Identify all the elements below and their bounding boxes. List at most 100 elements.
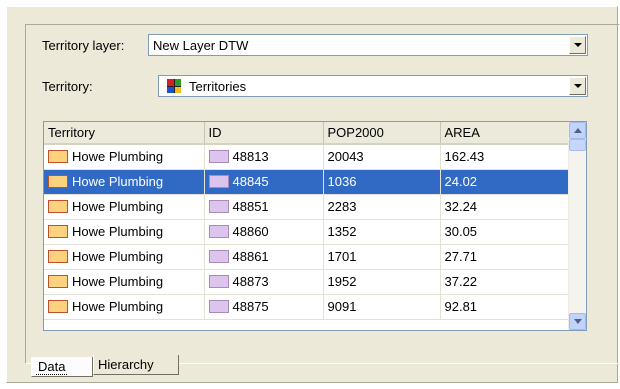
cell-area[interactable]: 32.24 — [440, 194, 572, 220]
cell-id[interactable]: 48851 — [204, 194, 324, 220]
cell-pop2000[interactable]: 1952 — [323, 269, 441, 295]
cell-pop2000[interactable]: 2283 — [323, 194, 441, 220]
column-header-pop2000[interactable]: POP2000 — [323, 122, 441, 145]
column-header-id[interactable]: ID — [204, 122, 324, 145]
cell-text: 48860 — [232, 224, 269, 239]
id-color-swatch — [208, 175, 229, 188]
tab-hierarchy[interactable]: Hierarchy — [93, 355, 179, 375]
cell-territory[interactable]: Howe Plumbing — [44, 194, 205, 220]
cell-text: Howe Plumbing — [72, 149, 164, 165]
id-color-swatch — [208, 250, 229, 263]
cell-text: 27.71 — [444, 249, 478, 264]
territory-layer-label: Territory layer: — [42, 38, 125, 53]
territory-color-swatch — [48, 200, 68, 213]
cell-area[interactable]: 27.71 — [440, 244, 572, 270]
cell-territory[interactable]: Howe Plumbing — [44, 244, 205, 270]
table-row[interactable]: Howe Plumbing 48845 1036 24.02 — [44, 169, 572, 195]
cell-text: Howe Plumbing — [72, 224, 164, 239]
cell-pop2000[interactable]: 1352 — [323, 219, 441, 245]
cell-text: 20043 — [327, 149, 364, 165]
cell-id[interactable]: 48861 — [204, 244, 324, 270]
table-row[interactable]: Howe Plumbing 48851 2283 32.24 — [44, 194, 572, 220]
cell-area[interactable]: 24.02 — [440, 169, 572, 195]
territory-color-swatch — [48, 150, 68, 164]
territory-label: Territory: — [42, 79, 93, 94]
table-row[interactable]: Howe Plumbing 48860 1352 30.05 — [44, 219, 572, 245]
cell-text: 1036 — [327, 174, 357, 189]
territory-data-grid[interactable]: Territory ID POP2000 AREA Howe Plumbing 4881… — [43, 121, 587, 331]
territory-color-swatch — [48, 225, 68, 238]
id-color-swatch — [208, 150, 229, 164]
tab-data[interactable]: Data — [31, 357, 93, 377]
territories-map-icon — [167, 79, 181, 93]
cell-text: 24.02 — [444, 174, 478, 189]
id-color-swatch — [208, 200, 229, 213]
cell-pop2000[interactable]: 1701 — [323, 244, 441, 270]
cell-id[interactable]: 48860 — [204, 219, 324, 245]
cell-text: 48873 — [232, 274, 269, 289]
id-color-swatch — [208, 225, 229, 238]
id-color-swatch — [208, 300, 229, 313]
cell-text: 48861 — [232, 249, 269, 264]
cell-id[interactable]: 48845 — [204, 169, 324, 195]
table-row[interactable]: Howe Plumbing 48875 9091 92.81 — [44, 294, 572, 320]
column-header-territory[interactable]: Territory — [44, 122, 205, 145]
tab-label: Hierarchy — [98, 357, 154, 372]
cell-territory[interactable]: Howe Plumbing — [44, 294, 205, 320]
territory-layer-select[interactable]: New Layer DTW — [148, 34, 588, 56]
territory-color-swatch — [48, 250, 68, 263]
cell-text: Howe Plumbing — [72, 199, 164, 214]
cell-text: Howe Plumbing — [72, 299, 164, 314]
cell-area[interactable]: 37.22 — [440, 269, 572, 295]
cell-text: Howe Plumbing — [72, 274, 164, 289]
territory-color-swatch — [48, 175, 68, 188]
table-row[interactable]: Howe Plumbing 48873 1952 37.22 — [44, 269, 572, 295]
vertical-scrollbar[interactable] — [568, 122, 586, 330]
cell-text: 30.05 — [444, 224, 478, 239]
cell-territory[interactable]: Howe Plumbing — [44, 144, 205, 170]
cell-text: Howe Plumbing — [72, 174, 164, 189]
cell-text: 2283 — [327, 199, 357, 214]
cell-area[interactable]: 162.43 — [440, 144, 572, 170]
grid-body: Howe Plumbing 48813 20043 162.43 Howe Plumbi… — [44, 144, 572, 320]
cell-pop2000[interactable]: 9091 — [323, 294, 441, 320]
cell-territory[interactable]: Howe Plumbing — [44, 169, 205, 195]
cell-pop2000[interactable]: 1036 — [323, 169, 441, 195]
chevron-down-icon[interactable] — [569, 36, 586, 54]
territory-value: Territories — [189, 79, 247, 94]
cell-text: 48813 — [232, 149, 269, 165]
cell-pop2000[interactable]: 20043 — [323, 144, 441, 170]
cell-id[interactable]: 48873 — [204, 269, 324, 295]
cell-text: 1952 — [327, 274, 357, 289]
cell-text: 1352 — [327, 224, 357, 239]
cell-text: 32.24 — [444, 199, 478, 214]
cell-text: 48845 — [232, 174, 269, 189]
cell-text: Howe Plumbing — [72, 249, 164, 264]
cell-area[interactable]: 30.05 — [440, 219, 572, 245]
cell-text: 92.81 — [444, 299, 478, 314]
cell-territory[interactable]: Howe Plumbing — [44, 219, 205, 245]
cell-text: 48851 — [232, 199, 269, 214]
column-header-area[interactable]: AREA — [440, 122, 572, 145]
territory-color-swatch — [48, 275, 68, 288]
territory-color-swatch — [48, 300, 68, 313]
cell-area[interactable]: 92.81 — [440, 294, 572, 320]
grid-header-row: Territory ID POP2000 AREA — [44, 122, 572, 145]
tab-label: Data — [36, 359, 68, 375]
grid-table: Territory ID POP2000 AREA Howe Plumbing 4881… — [44, 122, 572, 320]
table-row[interactable]: Howe Plumbing 48861 1701 27.71 — [44, 244, 572, 270]
id-color-swatch — [208, 275, 229, 288]
cell-text: 9091 — [327, 299, 357, 314]
cell-text: 1701 — [327, 249, 357, 264]
scroll-thumb[interactable] — [569, 139, 586, 151]
cell-text: 48875 — [232, 299, 269, 314]
table-row[interactable]: Howe Plumbing 48813 20043 162.43 — [44, 144, 572, 170]
scroll-down-arrow-icon[interactable] — [569, 313, 586, 330]
territory-select[interactable]: Territories — [158, 75, 588, 97]
cell-id[interactable]: 48875 — [204, 294, 324, 320]
cell-id[interactable]: 48813 — [204, 144, 324, 170]
cell-text: 37.22 — [444, 274, 478, 289]
cell-territory[interactable]: Howe Plumbing — [44, 269, 205, 295]
chevron-down-icon[interactable] — [569, 77, 586, 95]
scroll-up-arrow-icon[interactable] — [569, 122, 586, 139]
